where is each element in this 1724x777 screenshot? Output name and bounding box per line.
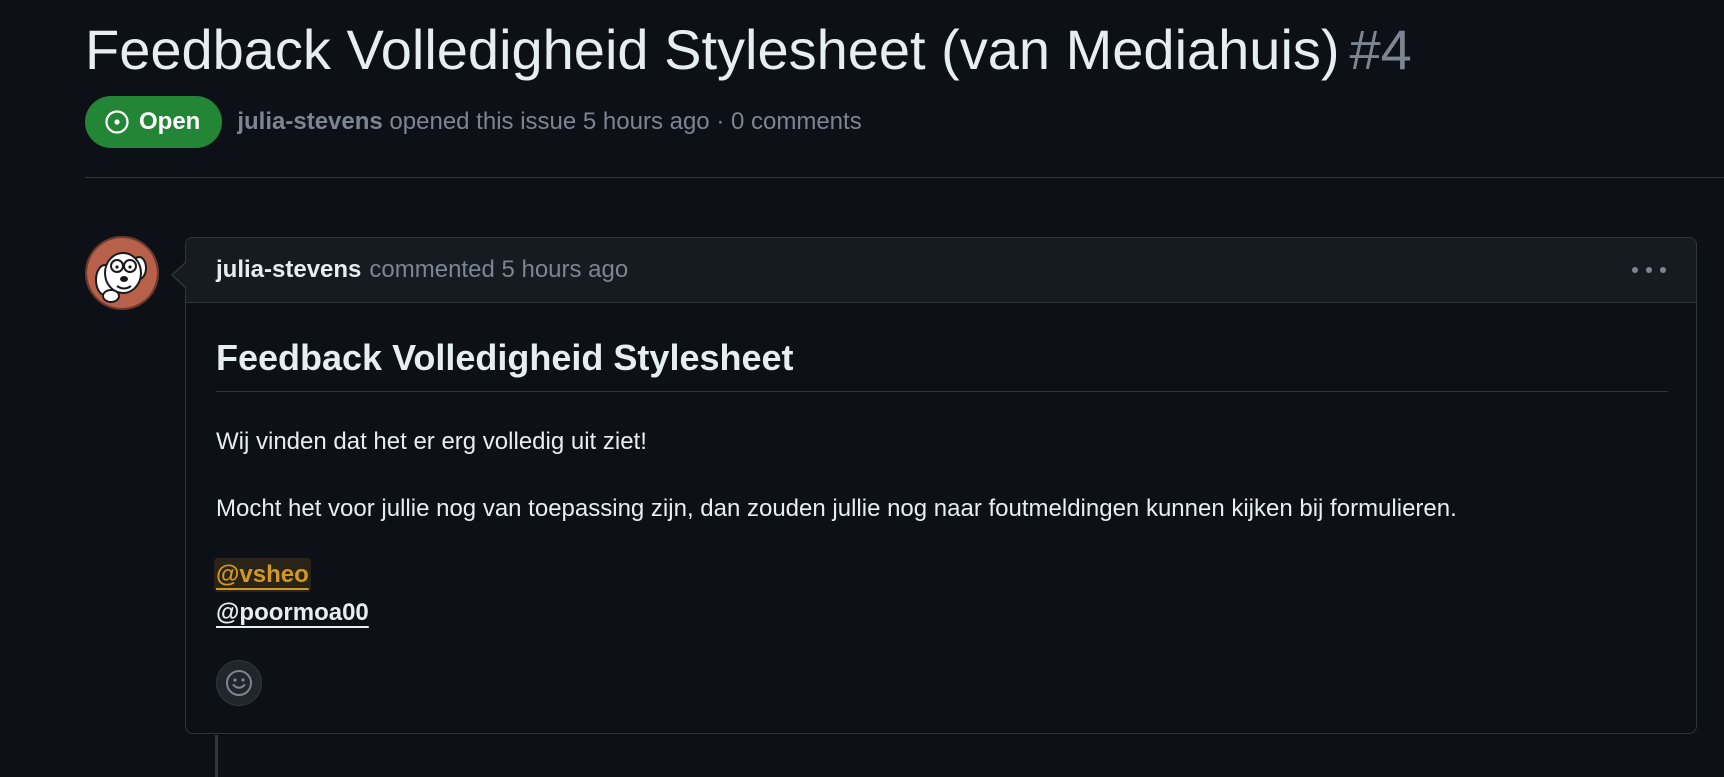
status-badge: Open xyxy=(85,96,223,148)
header-divider xyxy=(85,177,1724,178)
mentions: @vsheo @poormoa00 xyxy=(214,558,1668,630)
kebab-dot xyxy=(1646,267,1652,273)
issue-title: Feedback Volledigheid Stylesheet (van Me… xyxy=(85,16,1412,84)
comment-timestamp[interactable]: commented 5 hours ago xyxy=(369,256,628,284)
mention-link-vsheo[interactable]: @vsheo xyxy=(214,558,311,592)
comment-body: Feedback Volledigheid Stylesheet Wij vin… xyxy=(186,303,1696,706)
comment-heading: Feedback Volledigheid Stylesheet xyxy=(216,303,1668,392)
timeline-line xyxy=(215,735,218,777)
smiley-icon xyxy=(226,670,252,696)
kebab-horizontal-icon xyxy=(1632,267,1638,273)
comment-options-button[interactable] xyxy=(1632,260,1666,280)
avatar[interactable] xyxy=(85,236,159,310)
add-reaction-button[interactable] xyxy=(216,660,262,706)
issue-title-text: Feedback Volledigheid Stylesheet (van Me… xyxy=(85,18,1340,81)
status-label: Open xyxy=(139,108,201,135)
kebab-dot xyxy=(1660,267,1666,273)
issue-meta: Open julia-stevens opened this issue 5 h… xyxy=(85,96,862,148)
comment-header: julia-stevens commented 5 hours ago xyxy=(186,238,1696,303)
comment-box: julia-stevens commented 5 hours ago Feed… xyxy=(171,237,1697,734)
issue-opened-icon xyxy=(105,110,129,134)
cartoon-dog-avatar-icon xyxy=(87,238,157,308)
comment-paragraph: Wij vinden dat het er erg volledig uit z… xyxy=(216,428,647,455)
issue-page: Feedback Volledigheid Stylesheet (van Me… xyxy=(0,0,1724,777)
mention-link-poormoa00[interactable]: @poormoa00 xyxy=(216,596,369,630)
comment-arrow-fill xyxy=(173,262,187,288)
comment-author-link[interactable]: julia-stevens xyxy=(216,256,361,284)
issue-meta-text: julia-stevens opened this issue 5 hours … xyxy=(237,108,861,136)
comment-paragraph: Mocht het voor jullie nog van toepassing… xyxy=(216,495,1457,522)
issue-author-link[interactable]: julia-stevens xyxy=(237,108,382,135)
issue-opened-text: opened this issue 5 hours ago · 0 commen… xyxy=(389,108,862,135)
issue-number: #4 xyxy=(1349,18,1412,81)
